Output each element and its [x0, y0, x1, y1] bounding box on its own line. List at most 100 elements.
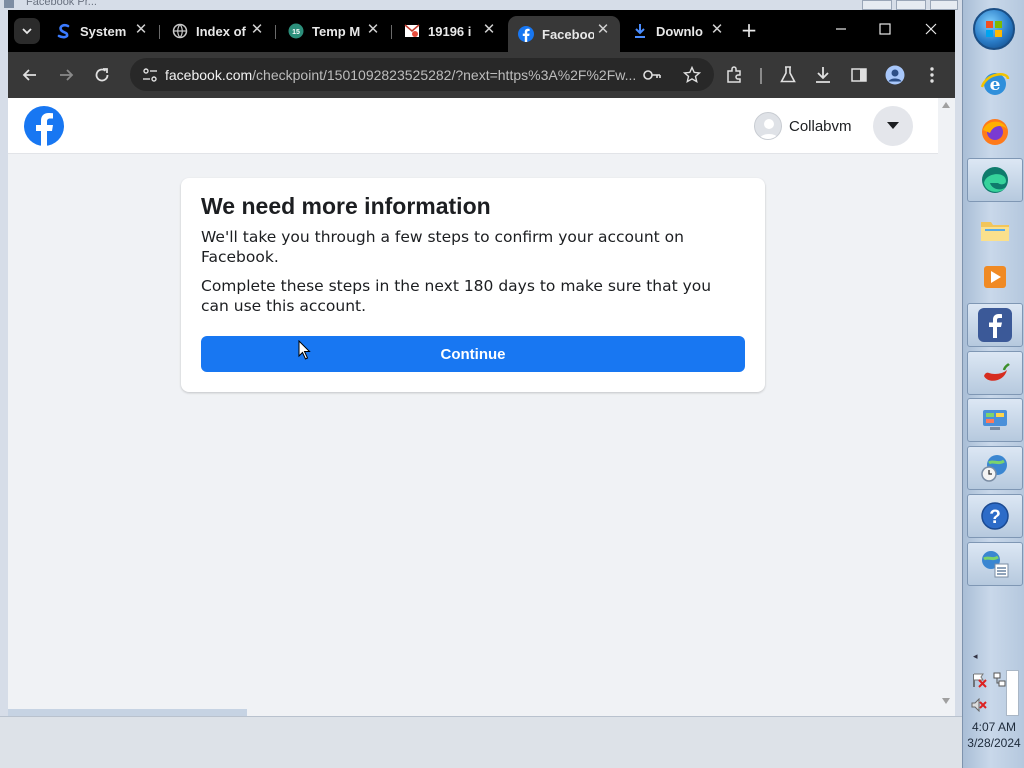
tab-strip: System ✕ Index of ✕ 15 Temp M ✕ 19196 i …: [8, 10, 955, 52]
minimize-icon: [836, 28, 846, 30]
tray-expand-icon[interactable]: ◂: [973, 652, 978, 662]
side-panel-button[interactable]: [849, 65, 869, 85]
taskbar-edge[interactable]: [967, 158, 1023, 202]
extensions-button[interactable]: [724, 65, 744, 85]
tab-mail[interactable]: 19196 i ✕: [394, 16, 506, 46]
new-tab-button[interactable]: +: [740, 20, 758, 40]
chevron-down-icon: [22, 28, 32, 35]
url-path: /checkpoint/1501092823525282/?next=https…: [252, 67, 635, 83]
help-icon: ?: [978, 499, 1012, 533]
toolbar-separator: [760, 68, 762, 84]
downloads-button[interactable]: [813, 65, 833, 85]
tray-scroll-pane[interactable]: [1006, 670, 1019, 716]
download-icon: [816, 67, 830, 83]
os-maximize-button[interactable]: [896, 0, 926, 10]
card-paragraph-1: We'll take you through a few steps to co…: [201, 228, 684, 266]
taskbar-internet-explorer[interactable]: e: [967, 62, 1023, 106]
internet-explorer-icon: e: [978, 67, 1012, 101]
temp-mail-icon: 15: [288, 23, 304, 39]
profile-button[interactable]: [885, 65, 905, 85]
mail-icon: [404, 23, 420, 39]
taskbar-clock[interactable]: 4:07 AM 3/28/2024: [963, 719, 1024, 751]
taskbar-firefox[interactable]: [967, 110, 1023, 154]
mouse-cursor-icon: [298, 339, 312, 360]
address-bar[interactable]: facebook.com/checkpoint/1501092823525282…: [130, 58, 714, 91]
window-right-border: [955, 10, 962, 716]
key-icon[interactable]: [642, 67, 662, 87]
back-button[interactable]: [20, 65, 40, 85]
tab-downloads[interactable]: Downlo ✕: [622, 16, 734, 46]
labs-button[interactable]: [778, 65, 798, 85]
download-icon: [632, 23, 648, 39]
flask-icon: [780, 66, 796, 83]
reload-button[interactable]: [92, 65, 112, 85]
user-chip[interactable]: Collabvm: [754, 111, 852, 141]
taskbar-help[interactable]: ?: [967, 494, 1023, 538]
svg-text:15: 15: [292, 29, 300, 36]
close-icon[interactable]: ✕: [366, 22, 380, 37]
volume-muted-icon[interactable]: [971, 697, 987, 716]
maximize-button[interactable]: [874, 20, 896, 42]
close-icon[interactable]: ✕: [482, 22, 496, 37]
tab-system[interactable]: System ✕: [46, 16, 158, 46]
os-close-button[interactable]: [930, 0, 958, 10]
taskbar-network-tasks[interactable]: [967, 542, 1023, 586]
continue-button[interactable]: Continue: [201, 336, 745, 372]
action-center-flag-icon[interactable]: [971, 672, 987, 692]
arrow-left-icon: [22, 69, 36, 81]
tab-label: Temp M: [312, 23, 361, 39]
vertical-scrollbar[interactable]: [938, 98, 955, 716]
close-icon[interactable]: ✕: [134, 22, 148, 37]
facebook-logo-icon[interactable]: [24, 106, 64, 146]
site-info-icon[interactable]: [142, 67, 158, 87]
card-paragraph-2: Complete these steps in the next 180 day…: [201, 277, 712, 315]
taskbar-media-player[interactable]: [967, 255, 1023, 299]
svg-text:e: e: [990, 75, 1001, 95]
taskbar-network-clock[interactable]: [967, 446, 1023, 490]
start-button[interactable]: [973, 8, 1015, 50]
close-icon[interactable]: ✕: [596, 22, 610, 37]
os-minimize-button[interactable]: [862, 0, 892, 10]
taskbar-file-explorer[interactable]: [967, 208, 1023, 252]
kebab-menu-icon: [930, 67, 934, 83]
os-window-title: Facebook Pr...: [26, 0, 97, 8]
puzzle-icon: [727, 66, 741, 83]
scroll-down-arrow[interactable]: [942, 698, 950, 704]
avatar: [754, 112, 782, 140]
account-menu-button[interactable]: [873, 106, 913, 146]
tab-temp-mail[interactable]: 15 Temp M ✕: [278, 16, 390, 46]
chili-pepper-icon: [978, 356, 1012, 390]
tab-search-button[interactable]: [14, 18, 40, 44]
network-icon[interactable]: [993, 672, 1007, 692]
minimize-button[interactable]: [830, 20, 852, 42]
tab-label: 19196 i: [428, 23, 472, 39]
folder-icon: [978, 213, 1012, 247]
close-icon: [925, 23, 937, 35]
star-icon[interactable]: [682, 65, 702, 88]
system-tray: ◂ 4:07 AM 3/28/2024: [963, 650, 1024, 768]
close-icon[interactable]: ✕: [710, 22, 724, 37]
taskbar-pepper-app[interactable]: [967, 351, 1023, 395]
taskbar: e ? ◂ 4:07 AM 3/28/2024: [962, 0, 1024, 768]
scroll-up-arrow[interactable]: [942, 102, 950, 108]
desktop-below-window: [0, 716, 962, 768]
clock-date: 3/28/2024: [967, 736, 1021, 750]
taskbar-facebook-app[interactable]: [967, 303, 1023, 347]
taskbar-control-panel[interactable]: [967, 398, 1023, 442]
close-icon[interactable]: ✕: [250, 22, 264, 37]
facebook-app-icon: [978, 308, 1012, 342]
close-window-button[interactable]: [920, 20, 942, 42]
media-player-icon: [978, 260, 1012, 294]
tab-label: Faceboo: [542, 26, 594, 42]
tab-separator: [391, 25, 392, 39]
forward-button[interactable]: [56, 65, 76, 85]
horizontal-scrollbar-thumb[interactable]: [8, 709, 247, 716]
card-title: We need more information: [201, 193, 491, 219]
tab-index-of[interactable]: Index of ✕: [162, 16, 274, 46]
tab-facebook[interactable]: Faceboo ✕: [508, 16, 620, 52]
network-tasks-icon: [978, 547, 1012, 581]
browser-window: System ✕ Index of ✕ 15 Temp M ✕ 19196 i …: [8, 10, 955, 716]
menu-button[interactable]: [922, 65, 942, 85]
os-window-titlebar: Facebook Pr...: [0, 0, 962, 10]
tab-separator: [275, 25, 276, 39]
